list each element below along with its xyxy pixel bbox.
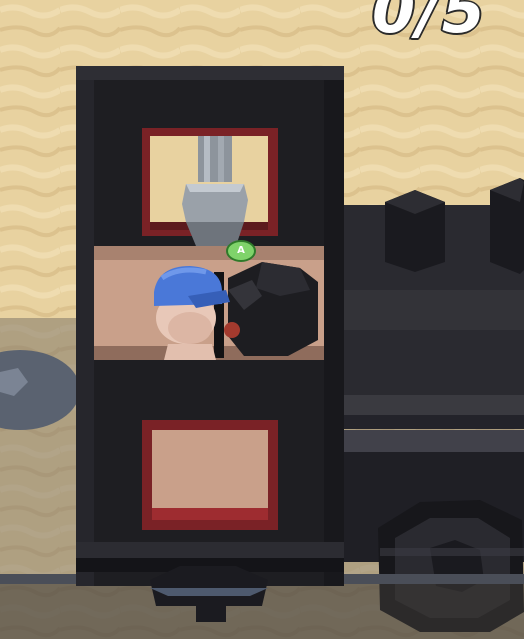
cab-lower-window [142, 420, 278, 530]
player-badge-icon: A [226, 240, 256, 262]
locomotive-cab [76, 66, 344, 586]
delivery-counter: 0/5 [371, 0, 487, 47]
game-scene [0, 0, 524, 639]
